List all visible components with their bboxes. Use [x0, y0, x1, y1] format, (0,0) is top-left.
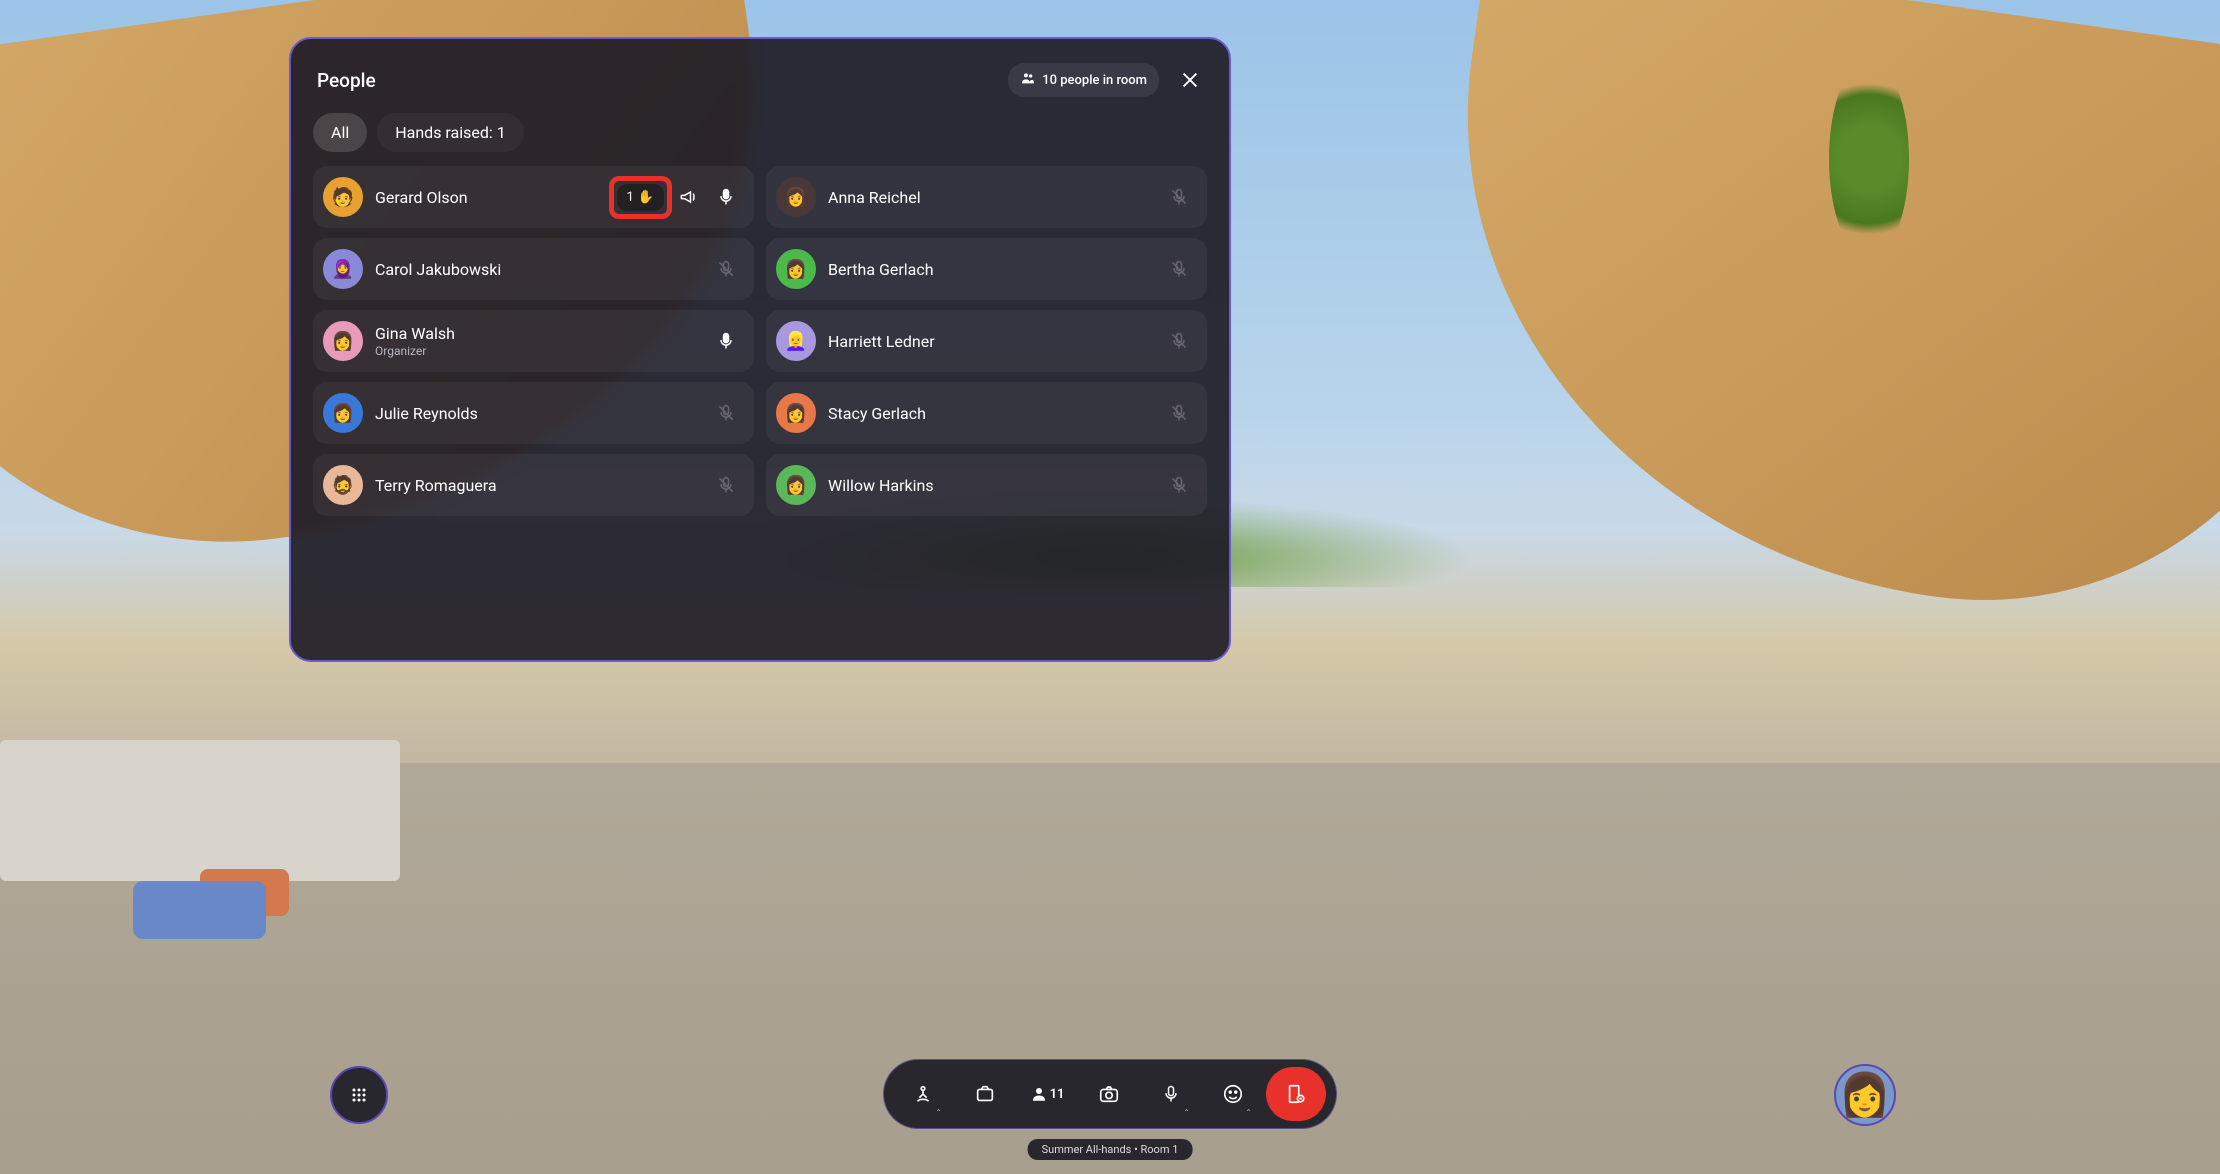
person-info: Willow Harkins — [828, 476, 1165, 495]
person-info: Harriett Ledner — [828, 332, 1165, 351]
person-name: Anna Reichel — [828, 188, 1165, 207]
avatar: 🧑 — [323, 177, 363, 217]
person-info: Carol Jakubowski — [375, 260, 712, 279]
bottom-toolbar: ⌃ 11 ⌃ ⌃ — [883, 1059, 1337, 1129]
person-row[interactable]: 👩 Gina WalshOrganizer — [313, 310, 754, 372]
person-info: Anna Reichel — [828, 188, 1165, 207]
people-icon — [1020, 70, 1036, 90]
teleport-button[interactable]: ⌃ — [894, 1067, 952, 1121]
mic-status-icon — [1165, 471, 1193, 499]
reactions-button[interactable]: ⌃ — [1204, 1067, 1262, 1121]
hand-raised-badge: 1✋ — [617, 184, 665, 211]
self-avatar[interactable]: 👩 — [1834, 1064, 1896, 1126]
person-name: Harriett Ledner — [828, 332, 1165, 351]
avatar: 👱‍♀️ — [776, 321, 816, 361]
megaphone-icon — [674, 183, 702, 211]
people-panel: People 10 people in room All Hands raise… — [289, 37, 1231, 662]
person-info: Gerard Olson — [375, 188, 617, 207]
record-button[interactable] — [956, 1067, 1014, 1121]
hand-order: 1 — [627, 190, 634, 205]
mic-status-icon — [712, 183, 740, 211]
leave-button[interactable] — [1266, 1067, 1326, 1121]
chevron-down-icon: ⌃ — [1245, 1108, 1252, 1117]
people-count: 11 — [1050, 1087, 1065, 1102]
hand-icon: ✋ — [638, 190, 654, 205]
avatar: 👩 — [776, 465, 816, 505]
mic-status-icon — [1165, 255, 1193, 283]
panel-title: People — [317, 69, 376, 92]
person-name: Julie Reynolds — [375, 404, 712, 423]
person-name: Willow Harkins — [828, 476, 1165, 495]
person-row[interactable]: 🧔 Terry Romaguera — [313, 454, 754, 516]
person-row[interactable]: 👱‍♀️ Harriett Ledner — [766, 310, 1207, 372]
person-info: Stacy Gerlach — [828, 404, 1165, 423]
mic-status-icon — [712, 399, 740, 427]
mic-status-icon — [1165, 183, 1193, 211]
person-name: Bertha Gerlach — [828, 260, 1165, 279]
avatar: 🧔 — [323, 465, 363, 505]
avatar: 🧕 — [323, 249, 363, 289]
person-row[interactable]: 👩 Anna Reichel — [766, 166, 1207, 228]
person-row[interactable]: 🧑Gerard Olson1✋ — [313, 166, 754, 228]
person-name: Carol Jakubowski — [375, 260, 712, 279]
room-count-badge[interactable]: 10 people in room — [1008, 63, 1159, 97]
avatar: 👩 — [323, 321, 363, 361]
person-row[interactable]: 👩 Bertha Gerlach — [766, 238, 1207, 300]
person-info: Bertha Gerlach — [828, 260, 1165, 279]
person-name: Stacy Gerlach — [828, 404, 1165, 423]
apps-menu-button[interactable] — [330, 1066, 388, 1124]
person-row[interactable]: 🧕 Carol Jakubowski — [313, 238, 754, 300]
person-name: Terry Romaguera — [375, 476, 712, 495]
tab-all[interactable]: All — [313, 113, 367, 152]
people-button[interactable]: 11 — [1018, 1067, 1076, 1121]
person-row[interactable]: 👩 Julie Reynolds — [313, 382, 754, 444]
avatar: 👩 — [776, 177, 816, 217]
camera-button[interactable] — [1080, 1067, 1138, 1121]
person-info: Julie Reynolds — [375, 404, 712, 423]
person-role: Organizer — [375, 344, 712, 358]
mic-status-icon — [1165, 399, 1193, 427]
avatar: 👩 — [323, 393, 363, 433]
close-button[interactable] — [1177, 67, 1203, 93]
room-count-text: 10 people in room — [1042, 73, 1147, 88]
person-row[interactable]: 👩 Stacy Gerlach — [766, 382, 1207, 444]
person-row[interactable]: 👩 Willow Harkins — [766, 454, 1207, 516]
mic-status-icon — [712, 327, 740, 355]
avatar: 👩 — [776, 249, 816, 289]
avatar: 👩 — [776, 393, 816, 433]
person-name: Gina Walsh — [375, 324, 712, 343]
room-label: Summer All-hands • Room 1 — [1028, 1139, 1193, 1160]
person-info: Terry Romaguera — [375, 476, 712, 495]
mic-button[interactable]: ⌃ — [1142, 1067, 1200, 1121]
chevron-down-icon: ⌃ — [935, 1108, 942, 1117]
mic-status-icon — [712, 471, 740, 499]
person-info: Gina WalshOrganizer — [375, 324, 712, 358]
chevron-down-icon: ⌃ — [1183, 1108, 1190, 1117]
person-name: Gerard Olson — [375, 188, 617, 207]
tab-hands-raised[interactable]: Hands raised: 1 — [377, 113, 524, 152]
mic-status-icon — [1165, 327, 1193, 355]
mic-status-icon — [712, 255, 740, 283]
filter-tabs: All Hands raised: 1 — [309, 113, 1211, 166]
avatar-icon: 👩 — [1839, 1071, 1891, 1120]
